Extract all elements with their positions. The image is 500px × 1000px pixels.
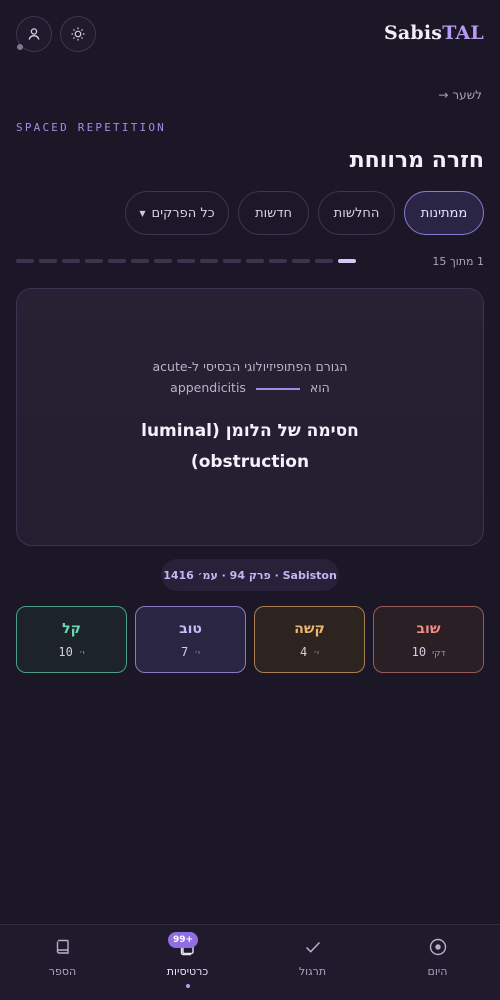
progress-segment bbox=[108, 259, 126, 263]
progress-segment bbox=[154, 259, 172, 263]
app-logo[interactable]: SabisTAL bbox=[384, 22, 484, 44]
question-line-2-pre: appendicitis bbox=[170, 380, 246, 395]
progress-segment bbox=[85, 259, 103, 263]
nav-item-flashcards[interactable]: 99+ כרטיסיות bbox=[125, 925, 250, 1000]
interval-unit: י׳ bbox=[313, 648, 319, 659]
nav-item-book[interactable]: הספר bbox=[0, 925, 125, 1000]
nav-label: כרטיסיות bbox=[166, 965, 209, 978]
nav-item-today[interactable]: היום bbox=[375, 925, 500, 1000]
check-icon bbox=[305, 941, 320, 953]
active-indicator bbox=[185, 984, 190, 988]
cloze-blank bbox=[255, 387, 300, 390]
rate-label: טוב bbox=[179, 620, 202, 637]
session-progress-bar bbox=[16, 259, 356, 263]
filter-tabs: ממתינות החלשות חדשות כל הפרקים ▼ bbox=[125, 191, 484, 235]
rate-hard-button[interactable]: קשה 4 י׳ bbox=[254, 606, 365, 673]
progress-segment bbox=[39, 259, 57, 263]
progress-segment bbox=[223, 259, 241, 263]
progress-segment bbox=[269, 259, 287, 263]
interval-unit: י׳ bbox=[194, 648, 200, 659]
rate-interval: 10 דקי bbox=[412, 645, 446, 659]
nav-label: תרגול bbox=[298, 965, 327, 978]
progress-segment bbox=[315, 259, 333, 263]
progress-segment bbox=[338, 259, 356, 263]
logo-text-accent: TAL bbox=[442, 22, 484, 44]
tab-new[interactable]: חדשות bbox=[238, 191, 309, 235]
interval-value: 10 bbox=[411, 644, 427, 659]
question-line-1: הגורם הפתופיזיולוגי הבסיסי ל-acute bbox=[152, 359, 348, 374]
progress-counter: 1 מתוך 15 bbox=[432, 255, 484, 268]
section-eyebrow: SPACED REPETITION bbox=[16, 121, 166, 134]
logo-text-primary: Sabis bbox=[383, 22, 443, 44]
chapter-filter-dropdown[interactable]: כל הפרקים ▼ bbox=[125, 191, 229, 235]
rating-buttons: שוב 10 דקי קשה 4 י׳ טוב 7 י׳ קל 10 י׳ bbox=[16, 606, 484, 673]
tab-label: החלשות bbox=[333, 205, 380, 221]
rate-interval: 7 י׳ bbox=[181, 645, 200, 659]
rate-interval: 10 י׳ bbox=[58, 645, 84, 659]
user-icon bbox=[28, 28, 40, 40]
progress-segment bbox=[131, 259, 149, 263]
card-answer: חסימה של הלומן (luminal obstruction) bbox=[120, 416, 380, 478]
bottom-navigation: היום תרגול 99+ כרטיסיות הספר bbox=[0, 924, 500, 1000]
nav-label: היום bbox=[427, 965, 448, 978]
interval-value: 4 bbox=[300, 644, 308, 659]
rate-label: שוב bbox=[416, 620, 441, 637]
tab-label: כל הפרקים bbox=[151, 205, 215, 221]
nav-label: הספר bbox=[48, 965, 77, 978]
tab-label: ממתינות bbox=[420, 205, 468, 221]
rate-easy-button[interactable]: קל 10 י׳ bbox=[16, 606, 127, 673]
question-line-2-post: הוא bbox=[309, 380, 330, 395]
back-to-gate-link[interactable]: לשער → bbox=[438, 88, 482, 102]
progress-segment bbox=[292, 259, 310, 263]
progress-segment bbox=[16, 259, 34, 263]
theme-toggle-button[interactable] bbox=[60, 16, 96, 52]
answer-line-2: obstruction) bbox=[190, 452, 310, 472]
interval-value: 10 bbox=[58, 644, 73, 659]
tab-weak[interactable]: החלשות bbox=[318, 191, 395, 235]
app-header: SabisTAL bbox=[0, 0, 500, 70]
rate-interval: 4 י׳ bbox=[300, 645, 319, 659]
tab-pending[interactable]: ממתינות bbox=[404, 191, 484, 235]
book-icon bbox=[56, 939, 69, 954]
progress-segment bbox=[200, 259, 218, 263]
interval-unit: דקי bbox=[432, 648, 446, 659]
progress-segment bbox=[246, 259, 264, 263]
status-dot bbox=[17, 44, 23, 50]
rate-again-button[interactable]: שוב 10 דקי bbox=[373, 606, 484, 673]
back-link-label: לשער bbox=[452, 88, 482, 102]
question-line-2: הוא appendicitis bbox=[152, 377, 347, 398]
interval-unit: י׳ bbox=[78, 648, 85, 659]
rate-label: קל bbox=[62, 620, 81, 637]
rate-label: קשה bbox=[294, 620, 325, 637]
caret-down-icon: ▼ bbox=[139, 208, 146, 218]
arrow-right-icon: → bbox=[438, 88, 449, 102]
page-title: חזרה מרווחת bbox=[349, 148, 484, 173]
nav-item-practice[interactable]: תרגול bbox=[250, 925, 375, 1000]
flashcard[interactable]: הגורם הפתופיזיולוגי הבסיסי ל-acute הוא a… bbox=[16, 288, 484, 546]
progress-segment bbox=[177, 259, 195, 263]
interval-value: 7 bbox=[181, 644, 189, 659]
tab-label: חדשות bbox=[255, 205, 292, 221]
source-reference-badge: Sabiston · פרק 94 · עמ׳ 1416 bbox=[161, 559, 339, 591]
sun-icon bbox=[71, 27, 85, 41]
rate-good-button[interactable]: טוב 7 י׳ bbox=[135, 606, 246, 673]
card-question: הגורם הפתופיזיולוגי הבסיסי ל-acute הוא a… bbox=[152, 356, 347, 398]
progress-segment bbox=[62, 259, 80, 263]
answer-line-1: חסימה של הלומן (luminal bbox=[141, 421, 359, 441]
target-icon bbox=[429, 938, 446, 956]
flashcards-count-badge: 99+ bbox=[168, 932, 199, 948]
